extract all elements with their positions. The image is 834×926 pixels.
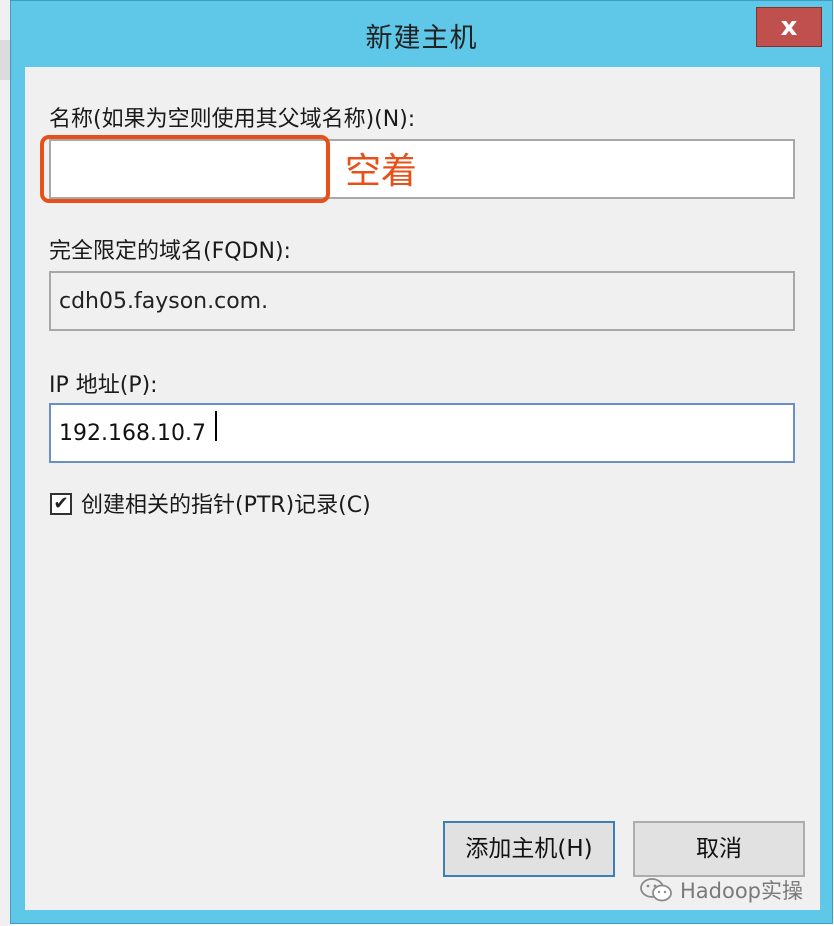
add-host-button[interactable]: 添加主机(H) — [443, 821, 615, 877]
ptr-checkbox-label[interactable]: 创建相关的指针(PTR)记录(C) — [81, 487, 371, 519]
fqdn-label: 完全限定的域名(FQDN): — [49, 239, 291, 264]
background-toolbar-fragment — [0, 40, 10, 80]
ip-address-input[interactable] — [49, 403, 795, 463]
title-bar[interactable]: 新建主机 x — [11, 1, 832, 67]
new-host-dialog: 新建主机 x 名称(如果为空则使用其父域名称)(N): 空着 完全限定的域名(F… — [10, 0, 833, 924]
dialog-body: 名称(如果为空则使用其父域名称)(N): 空着 完全限定的域名(FQDN): I… — [25, 67, 820, 910]
close-button[interactable]: x — [756, 7, 822, 47]
dialog-title: 新建主机 — [365, 23, 478, 54]
wechat-icon — [640, 877, 674, 908]
annotation-text: 空着 — [345, 151, 418, 192]
watermark: Hadoop实操 — [640, 875, 803, 908]
ip-label: IP 地址(P): — [49, 373, 158, 398]
fqdn-field — [49, 271, 795, 331]
background-window-edge — [0, 0, 10, 926]
text-cursor — [215, 411, 217, 441]
cancel-button[interactable]: 取消 — [633, 821, 805, 877]
name-input[interactable] — [49, 139, 795, 199]
name-label: 名称(如果为空则使用其父域名称)(N): — [49, 107, 416, 132]
watermark-text: Hadoop实操 — [680, 879, 804, 903]
ptr-checkbox[interactable]: ✔ — [50, 493, 72, 515]
